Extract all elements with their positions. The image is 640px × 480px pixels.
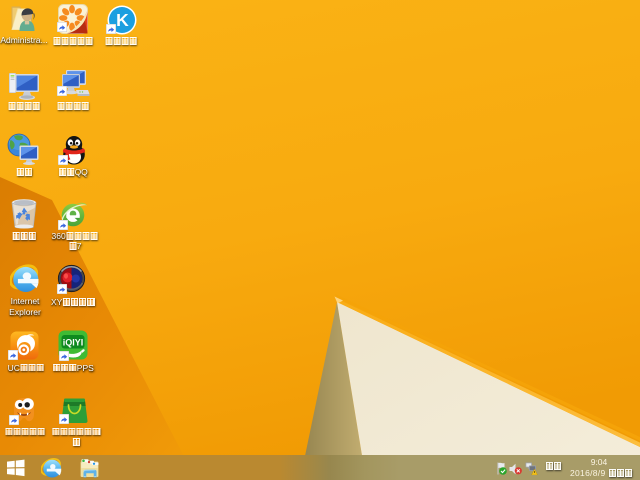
svg-text:K: K	[116, 10, 129, 30]
svg-text:iQIYI: iQIYI	[63, 338, 84, 348]
